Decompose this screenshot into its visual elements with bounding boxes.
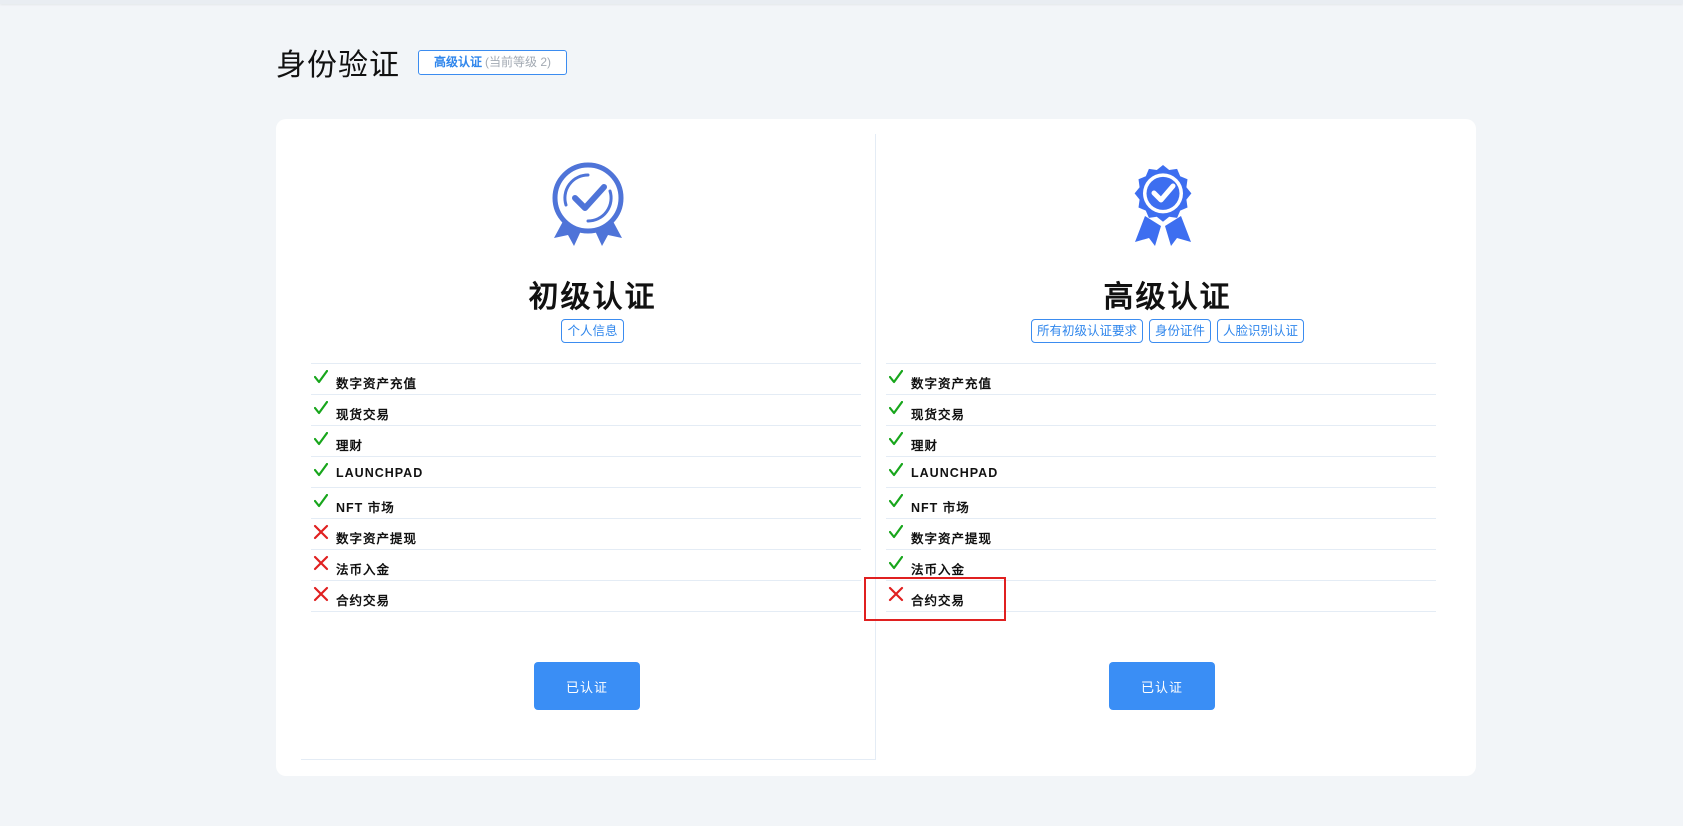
advanced-requirements: 所有初级认证要求 身份证件 人脸识别认证 [886,319,1449,343]
feature-label: 法币入金 [911,563,966,577]
requirement-tag: 身份证件 [1148,319,1211,343]
requirement-tag: 人脸识别认证 [1217,319,1305,343]
advanced-verification-column: 高级认证 所有初级认证要求 身份证件 人脸识别认证 数字资产充值 现货交易 理财… [886,119,1436,776]
check-icon [888,555,904,571]
feature-label: 法币入金 [336,563,391,577]
feature-label: 数字资产充值 [911,377,993,391]
basic-verification-column: 初级认证 个人信息 数字资产充值 现货交易 理财 LAUNCHPAD NFT 市… [311,119,861,776]
advanced-feature-list: 数字资产充值 现货交易 理财 LAUNCHPAD NFT 市场 数字资产提现 法… [886,363,1436,612]
cross-icon [313,555,329,571]
highlight-annotation-box [864,577,1006,621]
feature-row: NFT 市场 [311,488,861,519]
page-title: 身份验证 [276,48,400,83]
feature-row: 数字资产充值 [886,364,1436,395]
top-header-bar [0,0,1683,4]
check-icon [888,493,904,509]
feature-row: 数字资产提现 [311,519,861,550]
feature-row: 理财 [311,426,861,457]
check-icon [888,400,904,416]
feature-label: 现货交易 [336,408,391,422]
basic-verified-button[interactable]: 已认证 [534,662,640,710]
column-divider [875,134,876,759]
feature-row: 数字资产提现 [886,519,1436,550]
current-level-name: 高级认证 [434,54,483,69]
award-badge-icon [1134,165,1192,246]
feature-label: NFT 市场 [911,501,970,515]
feature-row: 理财 [886,426,1436,457]
award-ribbon-icon [552,162,624,246]
feature-row: LAUNCHPAD [311,457,861,488]
page-header: 身份验证 高级认证 (当前等级 2) [276,44,568,83]
check-icon [888,369,904,385]
requirement-tag: 个人信息 [561,319,624,343]
feature-label: 数字资产充值 [336,377,418,391]
check-icon [313,493,329,509]
feature-row: 数字资产充值 [311,364,861,395]
basic-verification-title: 初级认证 [528,280,657,315]
advanced-verification-title: 高级认证 [1103,280,1232,315]
feature-row: 现货交易 [311,395,861,426]
basic-requirements: 个人信息 [311,319,874,343]
check-icon [313,431,329,447]
feature-label: 理财 [911,439,939,453]
feature-label: 合约交易 [336,594,391,608]
basic-feature-list: 数字资产充值 现货交易 理财 LAUNCHPAD NFT 市场 数字资产提现 法… [311,363,861,612]
current-level-note: (当前等级 2) [485,54,552,69]
check-icon [313,400,329,416]
check-icon [888,431,904,447]
feature-label: 现货交易 [911,408,966,422]
feature-label: 数字资产提现 [336,532,418,546]
cross-icon [313,586,329,602]
verification-card: 初级认证 个人信息 数字资产充值 现货交易 理财 LAUNCHPAD NFT 市… [276,119,1476,776]
feature-label: LAUNCHPAD [911,466,999,480]
feature-row: 现货交易 [886,395,1436,426]
feature-label: NFT 市场 [336,501,395,515]
feature-label: 理财 [336,439,364,453]
feature-row: 法币入金 [311,550,861,581]
check-icon [313,462,329,478]
check-icon [888,524,904,540]
advanced-verified-button[interactable]: 已认证 [1109,662,1215,710]
cross-icon [313,524,329,540]
check-icon [313,369,329,385]
check-icon [888,462,904,478]
feature-label: LAUNCHPAD [336,466,424,480]
current-level-badge: 高级认证 (当前等级 2) [418,49,568,75]
feature-row: NFT 市场 [886,488,1436,519]
requirement-tag: 所有初级认证要求 [1030,319,1143,343]
feature-row: LAUNCHPAD [886,457,1436,488]
feature-row: 合约交易 [311,581,861,612]
feature-label: 数字资产提现 [911,532,993,546]
